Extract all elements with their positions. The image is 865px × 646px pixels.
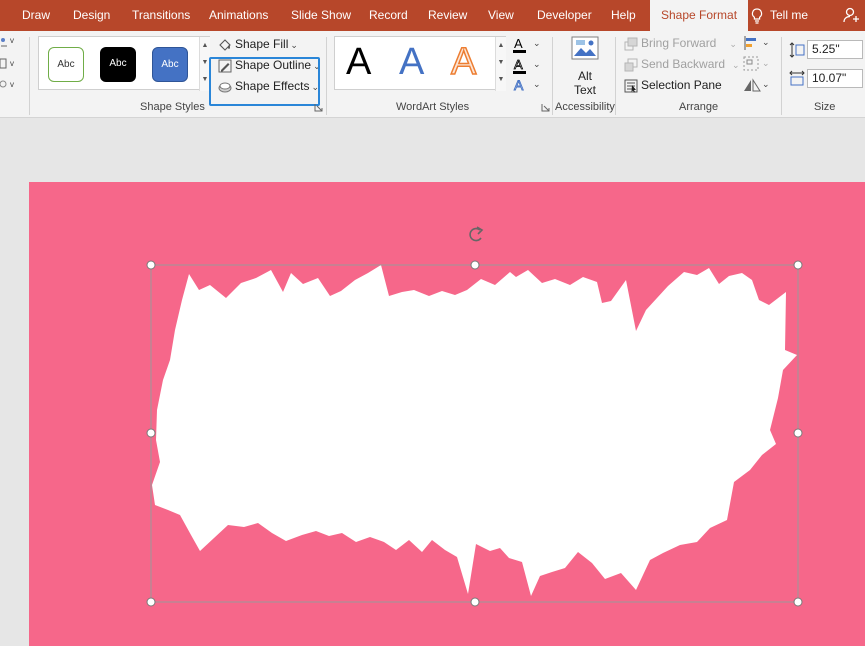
resize-handle-top-right[interactable] — [793, 260, 803, 270]
resize-handle-top[interactable] — [470, 260, 480, 270]
torn-paper-shape[interactable] — [152, 265, 797, 596]
powerpoint-window: Draw Design Transitions Animations Slide… — [0, 0, 865, 646]
resize-handle-left[interactable] — [146, 428, 156, 438]
resize-handle-bottom-right[interactable] — [793, 597, 803, 607]
resize-handle-right[interactable] — [793, 428, 803, 438]
rotate-handle-icon[interactable] — [469, 226, 484, 242]
resize-handle-bottom[interactable] — [470, 597, 480, 607]
selected-shape-layer — [146, 226, 803, 607]
resize-handle-bottom-left[interactable] — [146, 597, 156, 607]
resize-handle-top-left[interactable] — [146, 260, 156, 270]
